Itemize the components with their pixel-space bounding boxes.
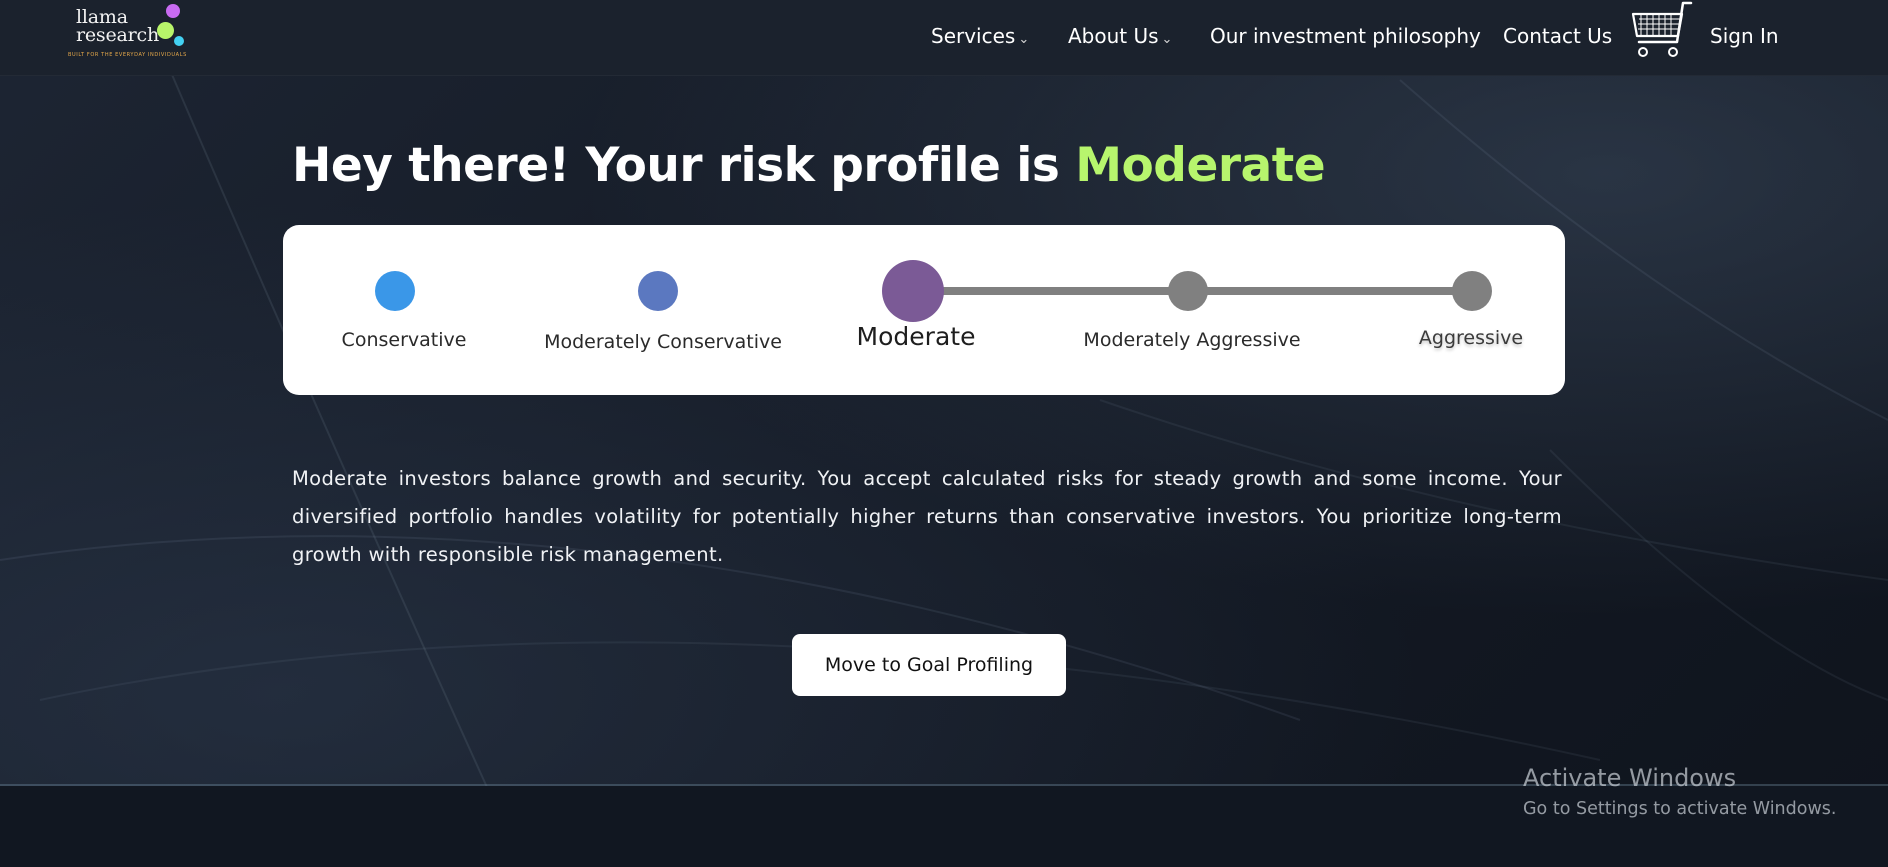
risk-label-conservative: Conservative: [341, 329, 467, 351]
headline-prefix: Hey there! Your risk profile is: [292, 138, 1060, 193]
logo-dot-purple: [166, 4, 180, 18]
page-background: [0, 0, 1888, 867]
chevron-down-icon: ⌄: [1018, 32, 1030, 47]
risk-node-moderate-selected[interactable]: [882, 260, 944, 322]
nav-services-label: Services: [931, 24, 1016, 48]
risk-label-moderately-aggressive: Moderately Aggressive: [1083, 329, 1301, 351]
risk-node-moderately-conservative[interactable]: [638, 271, 678, 311]
risk-label-moderate: Moderate: [856, 322, 976, 351]
activate-windows-subtitle: Go to Settings to activate Windows.: [1523, 799, 1837, 819]
top-navbar: llama research BUILT FOR THE EVERYDAY IN…: [0, 0, 1888, 76]
risk-node-conservative[interactable]: [375, 271, 415, 311]
nav-contact-us[interactable]: Contact Us: [1503, 24, 1612, 54]
risk-profile-headline: Hey there! Your risk profile is Moderate: [292, 138, 1326, 193]
risk-profile-value: Moderate: [1075, 138, 1326, 193]
logo-line-2: research: [76, 24, 160, 46]
logo-dot-cyan: [174, 36, 184, 46]
nav-investment-philosophy[interactable]: Our investment philosophy: [1210, 24, 1481, 54]
nav-services[interactable]: Services ⌄: [931, 24, 1029, 54]
logo-dot-green: [157, 22, 174, 39]
logo-tagline: BUILT FOR THE EVERYDAY INDIVIDUALS: [68, 52, 187, 58]
background-curves: [0, 69, 1888, 861]
sign-in-link[interactable]: Sign In: [1710, 24, 1779, 54]
risk-label-aggressive: Aggressive: [1418, 327, 1524, 349]
nav-about-us[interactable]: About Us ⌄: [1068, 24, 1172, 54]
risk-scale-card: Conservative Moderately Conservative Mod…: [283, 225, 1565, 395]
risk-profile-description: Moderate investors balance growth and se…: [292, 467, 1562, 566]
risk-node-aggressive[interactable]: [1452, 271, 1492, 311]
shopping-cart-icon[interactable]: [1625, 0, 1693, 62]
goal-profiling-button[interactable]: Move to Goal Profiling: [792, 634, 1066, 696]
risk-node-moderately-aggressive[interactable]: [1168, 271, 1208, 311]
risk-label-moderately-conservative: Moderately Conservative: [544, 331, 782, 353]
logo-wordmark: llama research: [76, 8, 160, 46]
activate-windows-title: Activate Windows: [1523, 764, 1737, 792]
risk-scale-track: [375, 260, 1492, 322]
chevron-down-icon: ⌄: [1161, 32, 1173, 47]
nav-about-label: About Us: [1068, 24, 1159, 48]
llama-research-logo[interactable]: llama research BUILT FOR THE EVERYDAY IN…: [66, 4, 206, 66]
